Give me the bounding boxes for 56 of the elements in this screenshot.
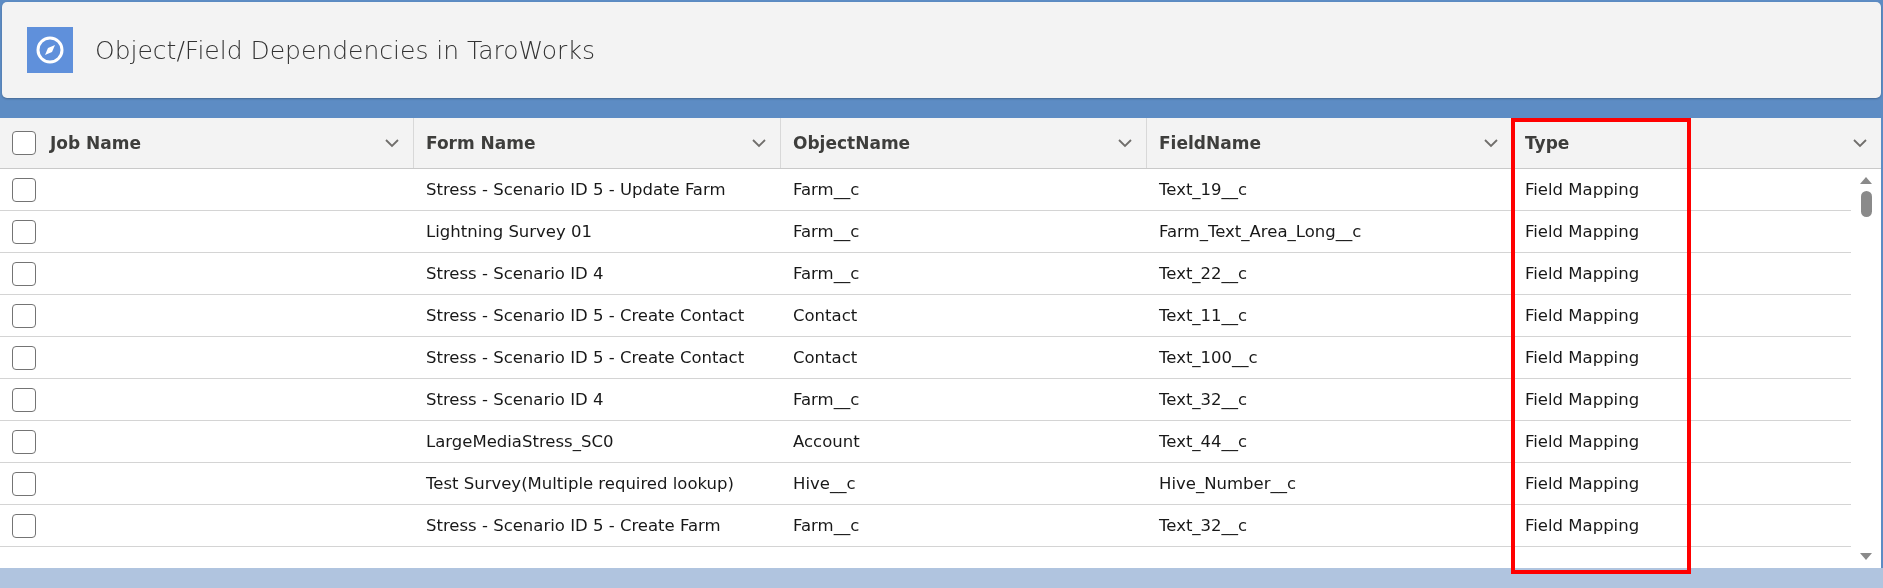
type-cell-text: Field Mapping <box>1524 306 1641 325</box>
object-name-cell-text: Farm__c <box>792 180 861 199</box>
scroll-thumb[interactable] <box>1860 191 1872 217</box>
form-name-cell-text: LargeMediaStress_SC0 <box>425 432 615 451</box>
object-name-cell-text: Account <box>792 432 861 451</box>
form-name-cell-text: Test Survey(Multiple required lookup) <box>425 474 735 493</box>
object-name-cell-text: Farm__c <box>792 516 861 535</box>
checkbox[interactable] <box>12 387 36 412</box>
object-name-cell-text: Farm__c <box>792 390 861 409</box>
field-name-cell-text: Text_11__c <box>1158 306 1249 325</box>
object-name-cell-text: Contact <box>792 348 859 367</box>
column-header[interactable]: FieldName <box>1147 118 1513 168</box>
field-name-cell-text: Text_19__c <box>1158 180 1249 199</box>
form-name-cell-text: Stress - Scenario ID 4 <box>425 390 605 409</box>
field-name-cell-text: Hive_Number__c <box>1158 474 1297 493</box>
column-header[interactable]: ObjectName <box>781 118 1147 168</box>
checkbox[interactable] <box>12 345 36 370</box>
object-name-cell-text: Contact <box>792 306 859 325</box>
form-name-cell-text: Stress - Scenario ID 5 - Create Contact <box>425 306 746 325</box>
checkbox[interactable] <box>12 471 36 496</box>
type-cell-text: Field Mapping <box>1524 474 1641 493</box>
column-header[interactable]: Form Name <box>414 118 781 168</box>
type-cell-text: Field Mapping <box>1524 264 1641 283</box>
form-name-cell-text: Stress - Scenario ID 5 - Create Farm <box>425 516 722 535</box>
field-name-cell-text: Text_32__c <box>1158 516 1249 535</box>
field-name-cell-text: Text_44__c <box>1158 432 1249 451</box>
column-header[interactable]: Type <box>1513 118 1881 168</box>
field-name-cell-text: Text_100__c <box>1158 348 1259 367</box>
checkbox[interactable] <box>12 177 36 202</box>
checkbox[interactable] <box>12 261 36 286</box>
checkbox[interactable] <box>12 513 36 538</box>
field-name-cell-text: Text_22__c <box>1158 264 1249 283</box>
page-title: Object/Field Dependencies in TaroWorks <box>95 35 595 65</box>
column-header[interactable]: Job Name <box>0 118 414 168</box>
form-name-cell-text: Lightning Survey 01 <box>425 222 594 241</box>
type-cell-text: Field Mapping <box>1524 222 1641 241</box>
checkbox[interactable] <box>12 131 36 155</box>
checkbox[interactable] <box>12 429 36 454</box>
compass-icon <box>27 27 73 73</box>
object-name-cell-text: Hive__c <box>792 474 857 493</box>
scroll-down-icon[interactable] <box>1859 552 1873 562</box>
form-name-cell-text: Stress - Scenario ID 5 - Create Contact <box>425 348 746 367</box>
type-cell-text: Field Mapping <box>1524 180 1641 199</box>
checkbox[interactable] <box>12 219 36 244</box>
scroll-up-icon[interactable] <box>1859 175 1873 185</box>
object-name-cell-text: Farm__c <box>792 222 861 241</box>
form-name-cell-text: Stress - Scenario ID 5 - Update Farm <box>425 180 727 199</box>
type-cell-text: Field Mapping <box>1524 432 1641 451</box>
checkbox[interactable] <box>12 303 36 328</box>
type-cell-text: Field Mapping <box>1524 516 1641 535</box>
form-name-cell-text: Stress - Scenario ID 4 <box>425 264 605 283</box>
field-name-cell-text: Text_32__c <box>1158 390 1249 409</box>
type-cell-text: Field Mapping <box>1524 348 1641 367</box>
object-name-cell-text: Farm__c <box>792 264 861 283</box>
field-name-cell-text: Farm_Text_Area_Long__c <box>1158 222 1363 241</box>
type-cell-text: Field Mapping <box>1524 390 1641 409</box>
